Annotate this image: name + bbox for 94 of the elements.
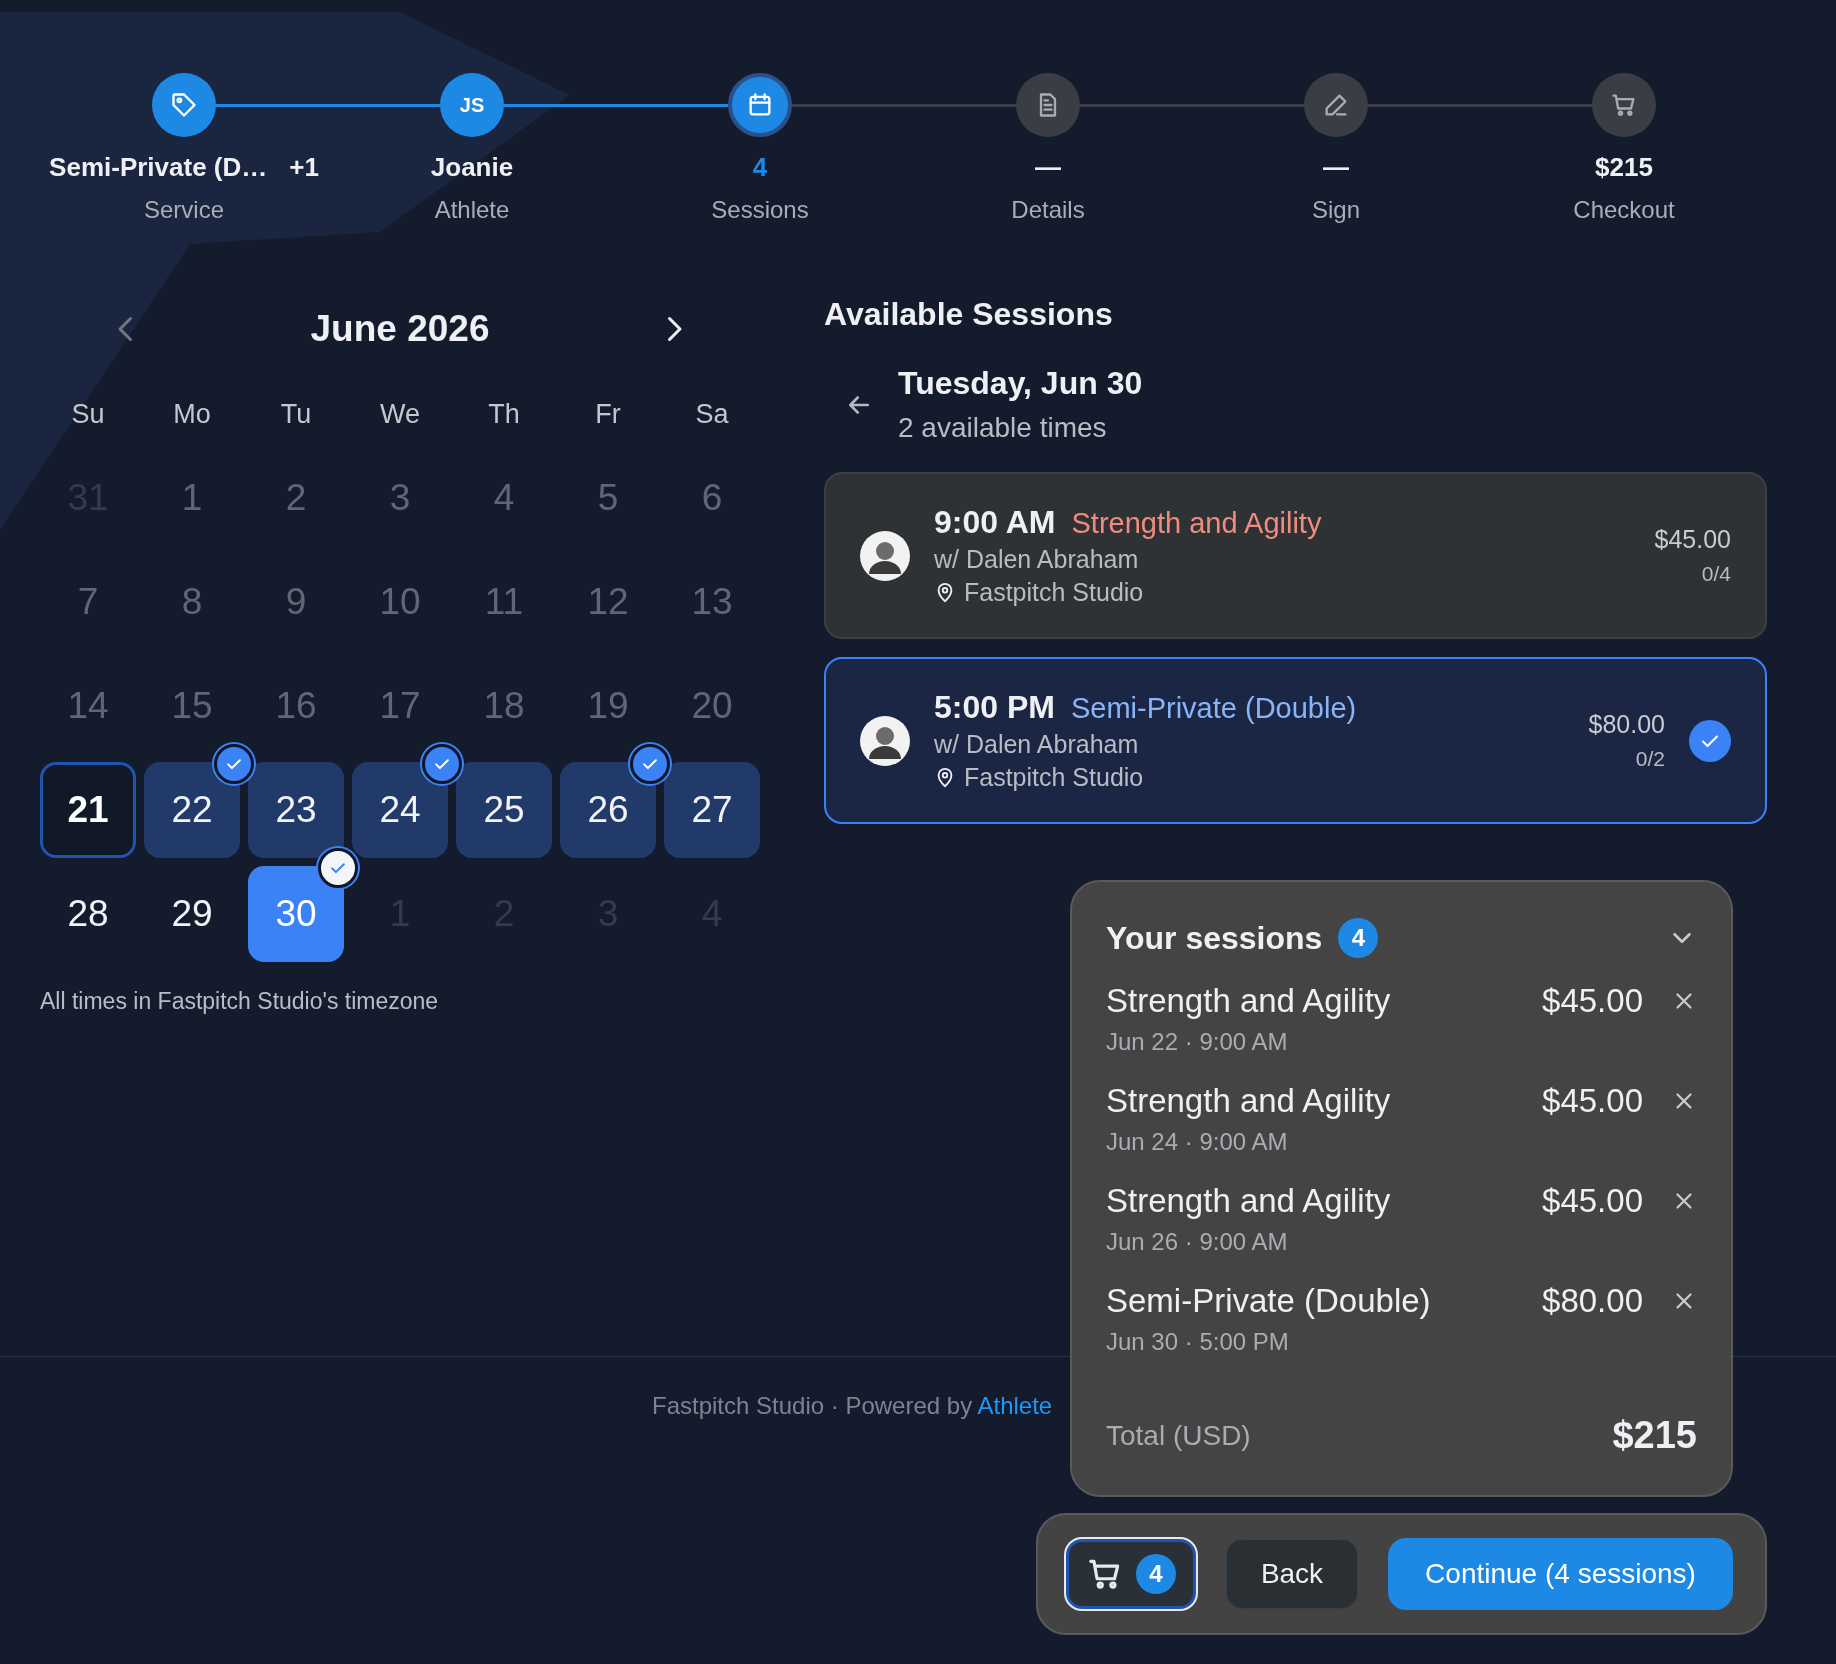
session-card[interactable]: 9:00 AM Strength and Agility w/ Dalen Abraham Fastpitch Studio $45.00 0/4	[824, 472, 1767, 639]
step-label: Sessions	[711, 195, 809, 225]
step-value: $215	[1595, 151, 1653, 183]
calendar-day[interactable]: 9	[248, 554, 344, 650]
step-label: Service	[144, 195, 224, 225]
coach-name: w/ Dalen Abraham	[934, 545, 1140, 574]
item-name: Strength and Agility	[1106, 1182, 1392, 1220]
calendar-day[interactable]: 13	[664, 554, 760, 650]
calendar-day[interactable]: 5	[560, 450, 656, 546]
session-card[interactable]: 5:00 PM Semi-Private (Double) w/ Dalen Abraham Fastpitch Studio $80.00 0/2	[824, 657, 1767, 824]
location-name: Fastpitch Studio	[964, 763, 1144, 792]
calendar-day[interactable]: 14	[40, 658, 136, 754]
item-price: $45.00	[1542, 1182, 1643, 1220]
item-name: Strength and Agility	[1106, 982, 1392, 1020]
item-detail: Jun 26 · 9:00 AM	[1106, 1228, 1289, 1256]
avatar-icon	[860, 715, 910, 766]
spots-count: 0/4	[1700, 562, 1731, 586]
section-title: Available Sessions	[824, 295, 1114, 333]
cart-button[interactable]: 4	[1066, 1539, 1196, 1609]
item-detail: Jun 24 · 9:00 AM	[1106, 1128, 1289, 1156]
weekday-label: Th	[487, 398, 521, 431]
calendar-day[interactable]: 15	[144, 658, 240, 754]
item-detail: Jun 22 · 9:00 AM	[1106, 1028, 1289, 1056]
step-value: Semi-Private (D…	[49, 151, 268, 183]
calendar-day[interactable]: 16	[248, 658, 344, 754]
initials: JS	[459, 93, 485, 117]
step-label: Athlete	[434, 195, 510, 225]
step-value: —	[1323, 151, 1349, 183]
footer-link[interactable]: Athlete	[977, 1392, 1053, 1419]
weekday-label: Sa	[694, 398, 730, 431]
session-price: $45.00	[1654, 525, 1731, 554]
calendar-day[interactable]: 10	[352, 554, 448, 650]
calendar-day[interactable]: 20	[664, 658, 760, 754]
step-label: Checkout	[1573, 195, 1675, 225]
step-value: —	[1035, 151, 1061, 183]
calendar-day[interactable]: 22	[144, 762, 240, 858]
session-time: 9:00 AM	[934, 504, 1056, 541]
item-name: Strength and Agility	[1106, 1082, 1392, 1120]
avatar-icon	[860, 530, 910, 581]
calendar-day[interactable]: 2	[248, 450, 344, 546]
calendar-day[interactable]: 27	[664, 762, 760, 858]
calendar-day[interactable]: 19	[560, 658, 656, 754]
total-value: $215	[1612, 1414, 1697, 1457]
session-name: Strength and Agility	[1071, 507, 1322, 540]
calendar-day[interactable]: 11	[456, 554, 552, 650]
calendar-day[interactable]: 21	[40, 762, 136, 858]
calendar-day[interactable]: 8	[144, 554, 240, 650]
item-price: $45.00	[1542, 982, 1643, 1020]
panel-title: Your sessions	[1106, 919, 1323, 957]
step-label: Sign	[1311, 195, 1360, 225]
calendar-day[interactable]: 29	[144, 866, 240, 962]
item-name: Semi-Private (Double)	[1106, 1282, 1432, 1320]
calendar-day[interactable]: 26	[560, 762, 656, 858]
calendar-day[interactable]: 18	[456, 658, 552, 754]
available-count: 2 available times	[898, 412, 1108, 444]
weekday-label: We	[379, 398, 421, 431]
session-time: 5:00 PM	[934, 689, 1055, 726]
step-value: 4	[752, 151, 768, 183]
calendar-day[interactable]: 3	[352, 450, 448, 546]
calendar-day[interactable]: 1	[144, 450, 240, 546]
location-name: Fastpitch Studio	[964, 578, 1144, 607]
step-value: Joanie	[430, 151, 514, 183]
step-extra: +1	[289, 151, 319, 183]
calendar-day[interactable]: 12	[560, 554, 656, 650]
weekday-label: Tu	[279, 398, 313, 431]
item-detail: Jun 30 · 5:00 PM	[1106, 1328, 1290, 1356]
session-price: $80.00	[1588, 710, 1665, 739]
back-button[interactable]: Back	[1226, 1539, 1358, 1609]
step-label: Details	[1011, 195, 1085, 225]
session-name: Semi-Private (Double)	[1070, 692, 1357, 725]
calendar-day[interactable]: 28	[40, 866, 136, 962]
weekday-label: Su	[70, 398, 106, 431]
calendar-day[interactable]: 17	[352, 658, 448, 754]
timezone-note: All times in Fastpitch Studio's timezone	[40, 988, 440, 1015]
calendar-day[interactable]: 4	[456, 450, 552, 546]
calendar-day[interactable]: 7	[40, 554, 136, 650]
item-price: $80.00	[1542, 1282, 1643, 1320]
weekday-label: Mo	[172, 398, 212, 431]
month-title: June 2026	[310, 308, 490, 350]
calendar-day[interactable]: 30	[248, 866, 344, 962]
footer-text: Fastpitch Studio · Powered by Athlete	[652, 1392, 1053, 1420]
continue-button[interactable]: Continue (4 sessions)	[1388, 1538, 1733, 1610]
calendar-day[interactable]: 23	[248, 762, 344, 858]
date-title: Tuesday, Jun 30	[898, 365, 1143, 402]
calendar-day[interactable]: 24	[352, 762, 448, 858]
calendar-day[interactable]: 25	[456, 762, 552, 858]
total-label: Total (USD)	[1106, 1419, 1251, 1452]
item-price: $45.00	[1542, 1082, 1643, 1120]
weekday-label: Fr	[594, 398, 622, 431]
tag-icon	[170, 91, 198, 119]
calendar-day[interactable]: 6	[664, 450, 760, 546]
coach-name: w/ Dalen Abraham	[934, 730, 1140, 759]
spots-count: 0/2	[1634, 747, 1665, 771]
count-badge: 4	[1338, 918, 1379, 958]
